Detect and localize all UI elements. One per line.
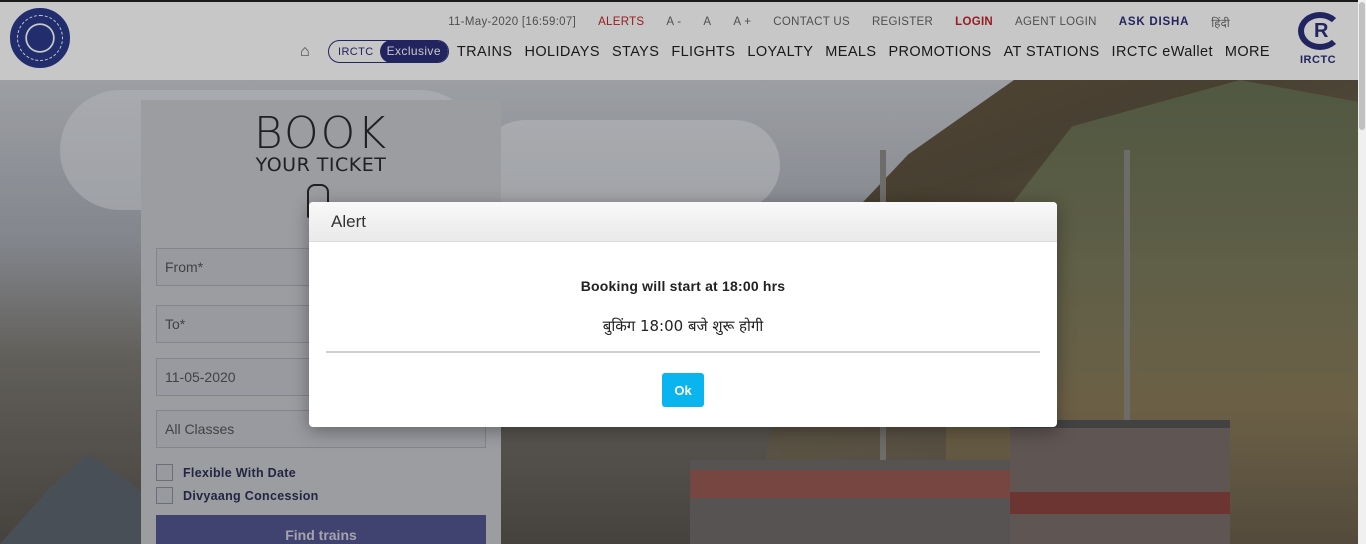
scrollbar-thumb[interactable] [1359,2,1365,130]
ok-button[interactable]: Ok [662,373,704,407]
alert-dialog-title: Alert [309,202,1057,242]
dialog-divider [326,351,1040,353]
alert-message-hindi: बुकिंग 18:00 बजे शुरू होगी [602,317,764,335]
page-scrollbar[interactable] [1358,0,1366,544]
alert-dialog: Alert Booking will start at 18:00 hrs बु… [309,202,1057,427]
alert-message-english: Booking will start at 18:00 hrs [580,278,786,294]
